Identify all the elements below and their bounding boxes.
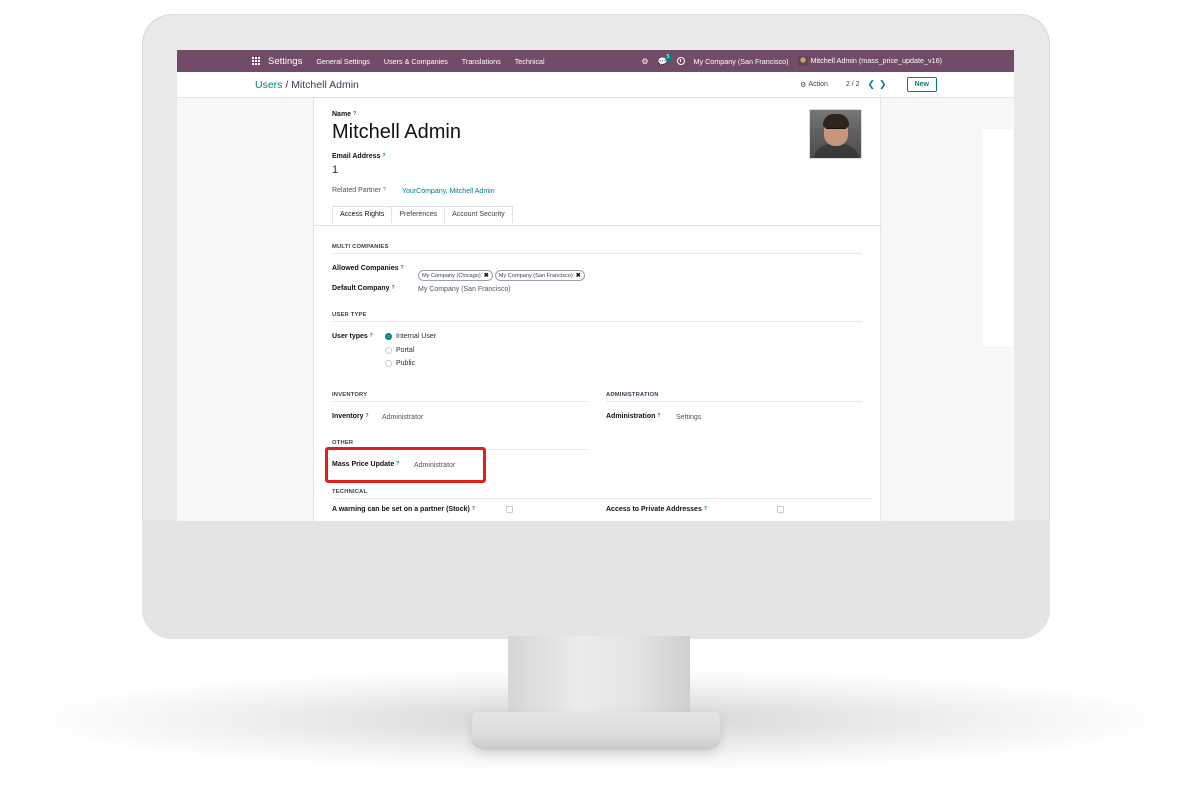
- user-menu[interactable]: Mitchell Admin (mass_price_update_v16): [797, 55, 942, 67]
- tab-account-security[interactable]: Account Security: [444, 206, 513, 223]
- new-button[interactable]: New: [906, 77, 937, 92]
- pager-arrows[interactable]: ❮❯: [868, 79, 891, 90]
- allowed-companies-field[interactable]: My Company (Chicago) ✖ My Company (San Fra…: [418, 264, 587, 282]
- help-icon[interactable]: ?: [366, 413, 369, 419]
- user-avatar-image[interactable]: [809, 109, 862, 159]
- private-addresses-label: Access to Private Addresses?: [606, 506, 707, 513]
- related-partner-label: Related Partner?: [332, 187, 386, 194]
- gear-icon: ⚙: [800, 81, 807, 89]
- inventory-field[interactable]: Administrator: [382, 414, 423, 421]
- radio-portal[interactable]: Portal: [385, 347, 414, 354]
- help-icon[interactable]: ?: [472, 506, 475, 512]
- menu-technical[interactable]: Technical: [515, 57, 545, 66]
- radio-label: Public: [396, 360, 416, 367]
- breadcrumb-users[interactable]: Users: [255, 79, 282, 91]
- user-name: Mitchell Admin (mass_price_update_v16): [810, 55, 942, 65]
- side-panel: [983, 130, 1014, 346]
- menu-users-companies[interactable]: Users & Companies: [384, 57, 448, 66]
- bug-icon[interactable]: ⚙: [641, 57, 648, 66]
- activity-clock-icon[interactable]: [676, 57, 685, 65]
- chevron-right-icon[interactable]: ❯: [879, 79, 891, 89]
- control-panel: Users / Mitchell Admin ⚙ Action 2 / 2 ❮❯ …: [177, 72, 1014, 98]
- tab-access-rights[interactable]: Access Rights: [332, 206, 393, 223]
- radio-internal-user[interactable]: Internal User: [385, 333, 436, 340]
- radio-icon[interactable]: [385, 347, 392, 354]
- company-tag[interactable]: My Company (San Francisco) ✖: [494, 270, 585, 281]
- help-icon[interactable]: ?: [704, 506, 707, 512]
- breadcrumb-current: Mitchell Admin: [291, 79, 359, 91]
- radio-icon[interactable]: [385, 360, 392, 367]
- help-icon[interactable]: ?: [383, 187, 386, 193]
- section-multi-companies: MULTI COMPANIES: [332, 244, 862, 254]
- help-icon[interactable]: ?: [401, 265, 404, 271]
- action-label: Action: [808, 81, 828, 88]
- private-addresses-checkbox[interactable]: [777, 506, 784, 513]
- pager-value[interactable]: 2 / 2: [846, 81, 860, 88]
- section-technical: TECHNICAL: [332, 489, 872, 499]
- help-icon[interactable]: ?: [392, 285, 395, 291]
- remove-tag-icon[interactable]: ✖: [484, 273, 489, 279]
- top-navbar: Settings General Settings Users & Compan…: [177, 50, 1014, 72]
- screen: Settings General Settings Users & Compan…: [177, 50, 1014, 521]
- administration-field[interactable]: Settings: [676, 414, 701, 421]
- section-inventory: INVENTORY: [332, 392, 588, 402]
- name-field[interactable]: Mitchell Admin: [332, 121, 461, 144]
- chat-icon[interactable]: 💬 5: [658, 53, 672, 66]
- tab-preferences[interactable]: Preferences: [391, 206, 446, 223]
- notebook-tabs: Access Rights Preferences Account Securi…: [332, 206, 513, 223]
- company-tag[interactable]: My Company (Chicago) ✖: [418, 270, 493, 281]
- monitor-chin: [142, 520, 1050, 639]
- radio-public[interactable]: Public: [385, 360, 415, 367]
- action-button[interactable]: ⚙ Action: [800, 81, 828, 89]
- section-user-type: USER TYPE: [332, 312, 862, 322]
- name-label: Name?: [332, 111, 357, 118]
- radio-selected-icon[interactable]: [385, 333, 392, 340]
- company-switcher[interactable]: My Company (San Francisco): [694, 57, 789, 66]
- warning-partner-checkbox[interactable]: [506, 506, 513, 513]
- remove-tag-icon[interactable]: ✖: [576, 273, 581, 279]
- radio-label: Portal: [396, 347, 415, 354]
- breadcrumb-separator: /: [285, 79, 289, 91]
- help-icon[interactable]: ?: [657, 413, 660, 419]
- radio-label: Internal User: [396, 333, 437, 340]
- highlight-box: [325, 447, 486, 483]
- tab-divider: [314, 225, 882, 226]
- default-company-label: Default Company?: [332, 285, 395, 292]
- help-icon[interactable]: ?: [370, 333, 373, 339]
- chevron-left-icon[interactable]: ❮: [868, 79, 880, 89]
- apps-menu-icon[interactable]: [252, 56, 262, 66]
- inventory-label: Inventory?: [332, 413, 369, 420]
- allowed-companies-label: Allowed Companies?: [332, 265, 404, 272]
- email-label: Email Address?: [332, 153, 386, 160]
- default-company-field[interactable]: My Company (San Francisco): [418, 286, 511, 293]
- monitor-stand-base: [472, 712, 720, 750]
- chat-count-badge: 5: [664, 53, 672, 61]
- monitor-stand-neck: [508, 636, 690, 720]
- related-partner-link[interactable]: YourCompany, Mitchell Admin: [402, 188, 495, 195]
- help-icon[interactable]: ?: [382, 153, 385, 159]
- section-administration: ADMINISTRATION: [606, 392, 862, 402]
- breadcrumb: Users / Mitchell Admin: [255, 79, 359, 91]
- user-avatar: [797, 56, 808, 67]
- menu-translations[interactable]: Translations: [462, 57, 501, 66]
- email-field[interactable]: 1: [332, 164, 338, 176]
- user-types-label: User types?: [332, 333, 373, 340]
- menu-general-settings[interactable]: General Settings: [316, 57, 370, 66]
- warning-partner-label: A warning can be set on a partner (Stock…: [332, 506, 475, 513]
- app-brand[interactable]: Settings: [268, 56, 302, 67]
- help-icon[interactable]: ?: [353, 111, 356, 117]
- administration-label: Administration?: [606, 413, 661, 420]
